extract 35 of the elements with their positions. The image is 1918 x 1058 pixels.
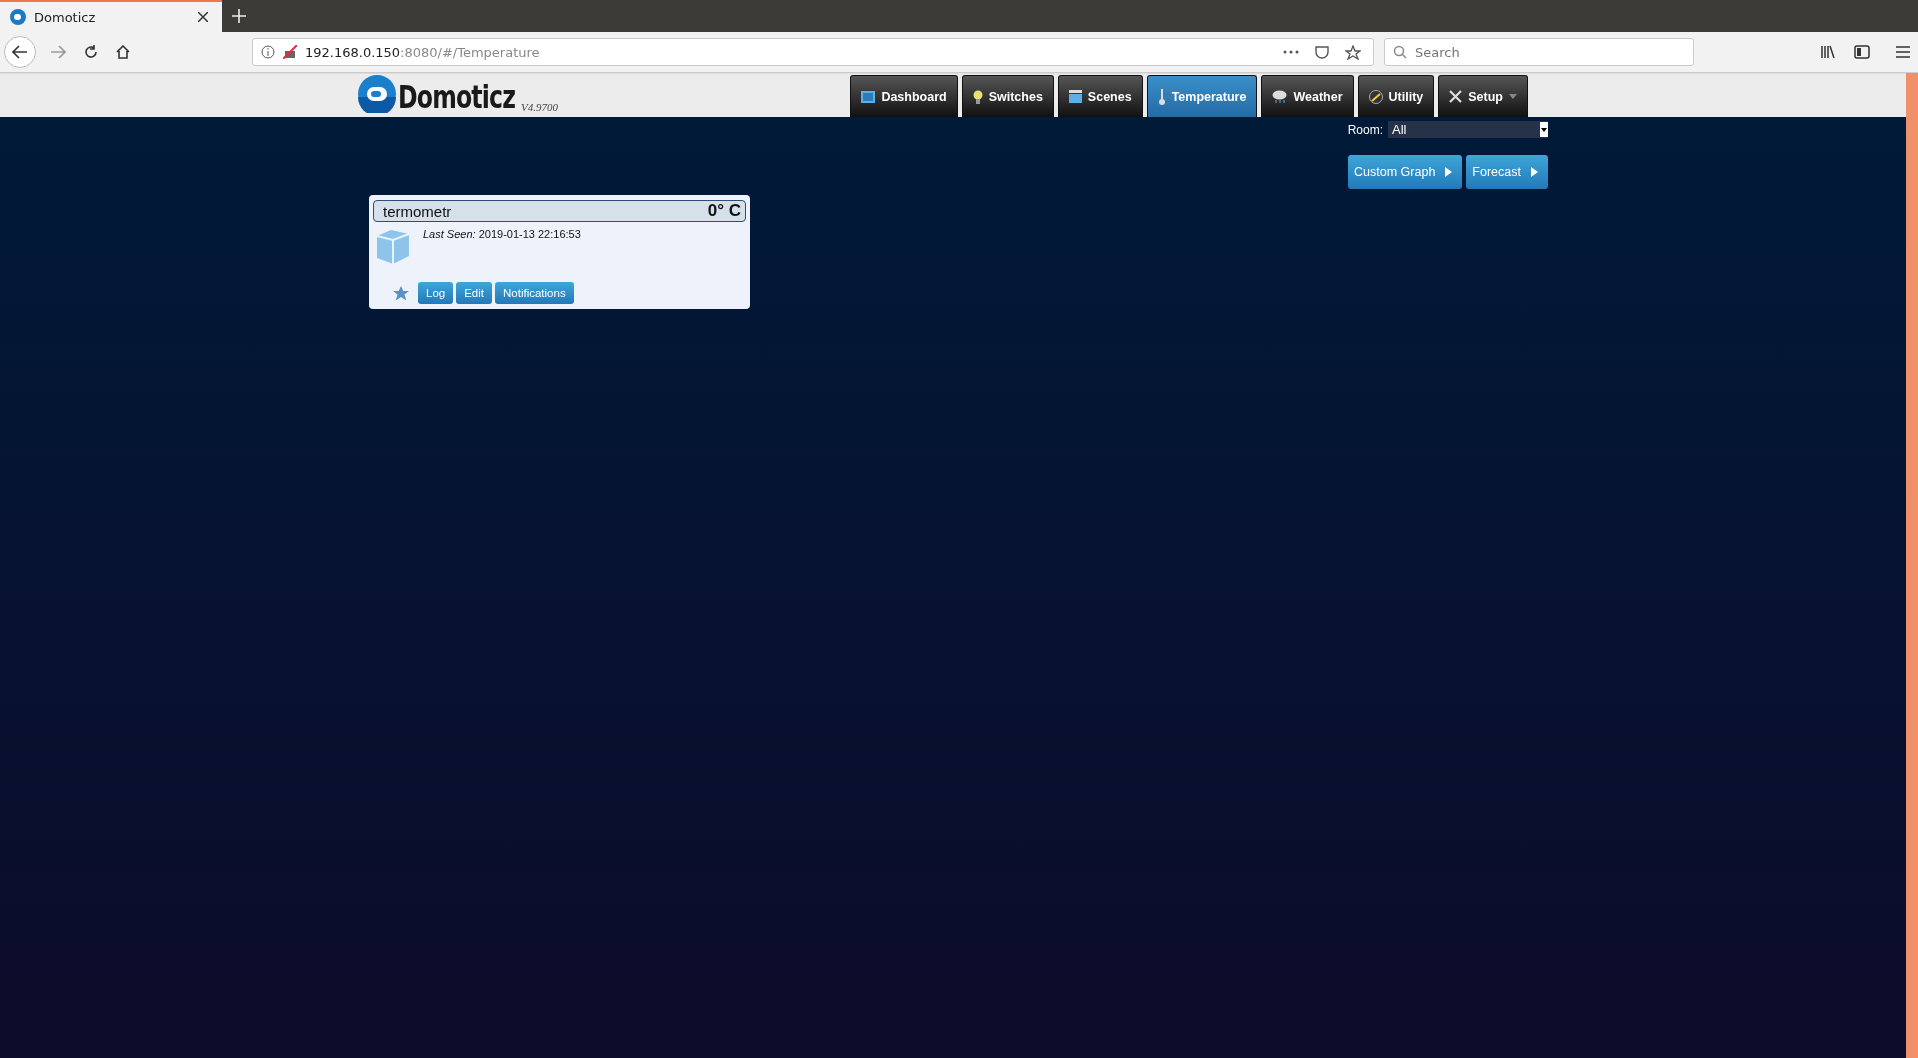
search-field[interactable]: Search: [1384, 38, 1694, 66]
temperature-reading: 0° C: [707, 201, 741, 221]
play-arrow-icon: [1445, 167, 1453, 177]
nav-tab[interactable]: Weather: [1261, 75, 1354, 117]
clapperboard-icon: [1068, 90, 1082, 103]
caret-icon: [1541, 127, 1547, 132]
device-button[interactable]: Edit: [456, 282, 492, 304]
device-button[interactable]: Log: [418, 282, 454, 304]
cloud-rain-icon: [1272, 90, 1288, 103]
nav-tab[interactable]: Scenes: [1057, 75, 1143, 117]
logo-icon: [358, 75, 396, 113]
insecure-lock-icon: [283, 45, 297, 59]
dashboard-icon: [861, 90, 876, 103]
gauge-icon: [1368, 89, 1383, 104]
nav-tab[interactable]: Utility: [1357, 75, 1435, 117]
nav-tab[interactable]: Temperature: [1146, 75, 1258, 117]
play-arrow-icon: [1531, 167, 1538, 177]
info-icon[interactable]: [261, 45, 275, 59]
nav-tab[interactable]: Switches: [961, 75, 1054, 117]
action-button[interactable]: Forecast: [1466, 155, 1548, 189]
device-name: termometr: [383, 202, 452, 220]
nav-tab[interactable]: Setup: [1438, 75, 1528, 117]
thermometer-icon: [1157, 88, 1166, 105]
logo-text: Domoticz: [398, 81, 516, 113]
site-logo-icon: [10, 9, 26, 25]
light-bulb-icon: [972, 89, 983, 104]
nav-tab[interactable]: Dashboard: [850, 75, 958, 117]
search-icon: [1393, 45, 1407, 59]
room-select[interactable]: All: [1388, 121, 1548, 138]
action-button[interactable]: Custom Graph: [1348, 155, 1463, 189]
device-button[interactable]: Notifications: [495, 282, 574, 304]
version-text: V4.9700: [520, 101, 558, 113]
favorite-star-icon[interactable]: [393, 285, 409, 301]
last-seen-text: Last Seen: 2019-01-13 22:16:53: [423, 228, 581, 242]
room-label: Room:: [1347, 122, 1383, 137]
